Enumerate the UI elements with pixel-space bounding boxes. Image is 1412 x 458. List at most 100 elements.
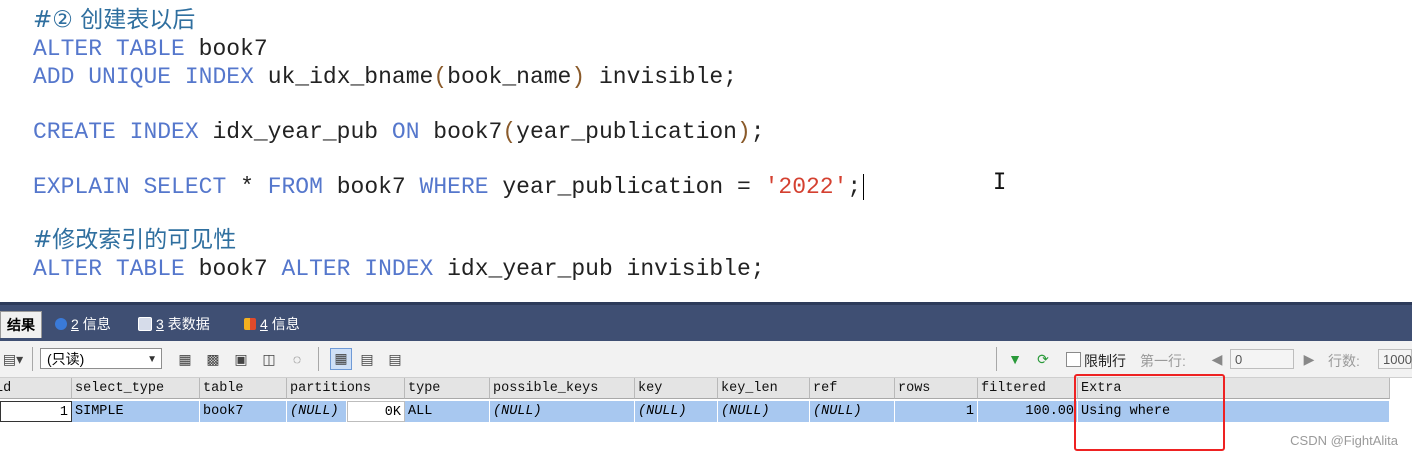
col-header-filtered[interactable]: filtered xyxy=(978,378,1078,399)
editor-line-2: ALTER TABLE book7 xyxy=(33,35,268,63)
col-header-ref[interactable]: ref xyxy=(810,378,895,399)
limit-rows-label: 限制行 xyxy=(1084,353,1126,369)
code-token: INDEX xyxy=(364,256,434,282)
editor-line-5: EXPLAIN SELECT * FROM book7 WHERE year_p… xyxy=(33,173,865,201)
tab-table-data-3[interactable]: 3 表数据 xyxy=(138,313,210,335)
limit-rows-checkbox[interactable] xyxy=(1066,352,1081,367)
code-token: '2022' xyxy=(764,174,848,200)
code-token: TABLE xyxy=(115,256,185,282)
code-token: book7 xyxy=(184,256,282,282)
text-caret xyxy=(863,173,865,200)
text-view-icon[interactable]: ▤ xyxy=(386,350,404,368)
cell-key-len[interactable]: (NULL) xyxy=(718,401,810,422)
cell-rows[interactable]: 1 xyxy=(895,401,978,422)
code-token: ON xyxy=(391,119,420,145)
cell-partitions[interactable]: (NULL) xyxy=(287,401,347,422)
cell-partitions-size[interactable]: 0K xyxy=(347,401,405,422)
cell-ref[interactable]: (NULL) xyxy=(810,401,895,422)
col-header-partitions[interactable]: partitions xyxy=(287,378,405,399)
highlight-box xyxy=(1074,374,1225,451)
first-row-input[interactable]: 0 xyxy=(1230,349,1294,369)
col-header-table[interactable]: table xyxy=(200,378,287,399)
result-toolbar: ▤▾ (只读) ▼ ▦ ▩ ▣ ◫ ◌ ▦ ▤ ▤ ▼ ⟳ 限制行 第一行: ◀ … xyxy=(0,341,1412,378)
result-tabbar: 结果 2 信息 3 表数据 4 信息 xyxy=(0,302,1412,341)
code-token: WHERE xyxy=(419,174,489,200)
info-chart-icon xyxy=(244,318,256,330)
cell-possible-keys[interactable]: (NULL) xyxy=(490,401,635,422)
code-token: EXPLAIN xyxy=(33,174,130,200)
cell-select-type[interactable]: SIMPLE xyxy=(72,401,200,422)
tab-results[interactable]: 结果 xyxy=(0,311,42,338)
col-header-rows[interactable]: rows xyxy=(895,378,978,399)
code-token: book7 xyxy=(419,119,503,145)
code-token: year_publication xyxy=(516,119,737,145)
text-cursor-icon: I xyxy=(993,170,1007,195)
cell-key[interactable]: (NULL) xyxy=(635,401,718,422)
filter-icon[interactable]: ▼ xyxy=(1006,350,1024,368)
first-row-label: 第一行: xyxy=(1140,353,1186,369)
code-token: ) xyxy=(571,64,586,90)
readonly-select[interactable]: (只读) ▼ xyxy=(40,348,162,369)
code-token: CREATE xyxy=(33,119,116,145)
editor-line-6: #修改索引的可见性 xyxy=(33,227,237,253)
code-token: ( xyxy=(433,64,448,90)
cell-table[interactable]: book7 xyxy=(200,401,287,422)
code-token: ; xyxy=(847,174,862,200)
refresh-icon[interactable]: ⟳ xyxy=(1034,350,1052,368)
cell-type[interactable]: ALL xyxy=(405,401,490,422)
export-menu-icon[interactable]: ▤▾ xyxy=(0,350,26,368)
prev-page-icon[interactable]: ◀ xyxy=(1208,350,1226,368)
save-icon[interactable]: ▣ xyxy=(232,350,250,368)
editor-line-3: ADD UNIQUE INDEX uk_idx_bname(book_name)… xyxy=(33,63,737,91)
code-token: book_name xyxy=(447,64,572,90)
grid-view-icon[interactable]: ▦ xyxy=(330,348,352,370)
tab-info-4[interactable]: 4 信息 xyxy=(244,313,300,335)
form-view-icon[interactable]: ▤ xyxy=(358,350,376,368)
code-token: book7 xyxy=(322,174,420,200)
info-icon xyxy=(55,318,67,330)
editor-line-7: ALTER TABLE book7 ALTER INDEX idx_year_p… xyxy=(33,255,765,283)
rows-count-label: 行数: xyxy=(1328,353,1360,369)
code-token: SELECT xyxy=(143,174,227,200)
editor-line-1: #② 创建表以后 xyxy=(33,7,196,33)
rows-count-input[interactable]: 1000 xyxy=(1378,349,1412,369)
add-row-icon[interactable]: ▦ xyxy=(176,350,194,368)
col-header-type[interactable]: type xyxy=(405,378,490,399)
cell-filtered[interactable]: 100.00 xyxy=(978,401,1078,422)
col-header-select-type[interactable]: select_type xyxy=(72,378,200,399)
code-token: UNIQUE xyxy=(88,64,172,90)
delete-icon[interactable]: ◫ xyxy=(260,350,278,368)
code-token: ( xyxy=(502,119,517,145)
code-token: idx_year_pub xyxy=(198,119,392,145)
code-token: invisible; xyxy=(585,64,738,90)
sql-editor[interactable]: #② 创建表以后 ALTER TABLE book7 ADD UNIQUE IN… xyxy=(0,0,1412,302)
code-token: ALTER xyxy=(33,256,103,282)
code-token: ; xyxy=(750,119,765,145)
table-data-icon xyxy=(138,317,152,331)
cell-id[interactable]: 1 xyxy=(0,401,72,422)
col-header-key-len[interactable]: key_len xyxy=(718,378,810,399)
code-token: INDEX xyxy=(129,119,199,145)
cancel-changes-icon[interactable]: ◌ xyxy=(288,350,306,368)
code-token: ALTER xyxy=(281,256,351,282)
next-page-icon[interactable]: ▶ xyxy=(1300,350,1318,368)
code-token: * xyxy=(226,174,268,200)
code-token: ADD xyxy=(33,64,75,90)
editor-line-4: CREATE INDEX idx_year_pub ON book7(year_… xyxy=(33,118,765,146)
col-header-key[interactable]: key xyxy=(635,378,718,399)
code-token: ALTER xyxy=(33,36,103,62)
duplicate-row-icon[interactable]: ▩ xyxy=(204,350,222,368)
code-token: uk_idx_bname xyxy=(253,64,434,90)
tab-info-2[interactable]: 2 信息 xyxy=(55,313,111,335)
col-header-possible-keys[interactable]: possible_keys xyxy=(490,378,635,399)
code-token: book7 xyxy=(184,36,268,62)
col-header-id[interactable]: id xyxy=(0,378,72,399)
code-token: INDEX xyxy=(184,64,254,90)
